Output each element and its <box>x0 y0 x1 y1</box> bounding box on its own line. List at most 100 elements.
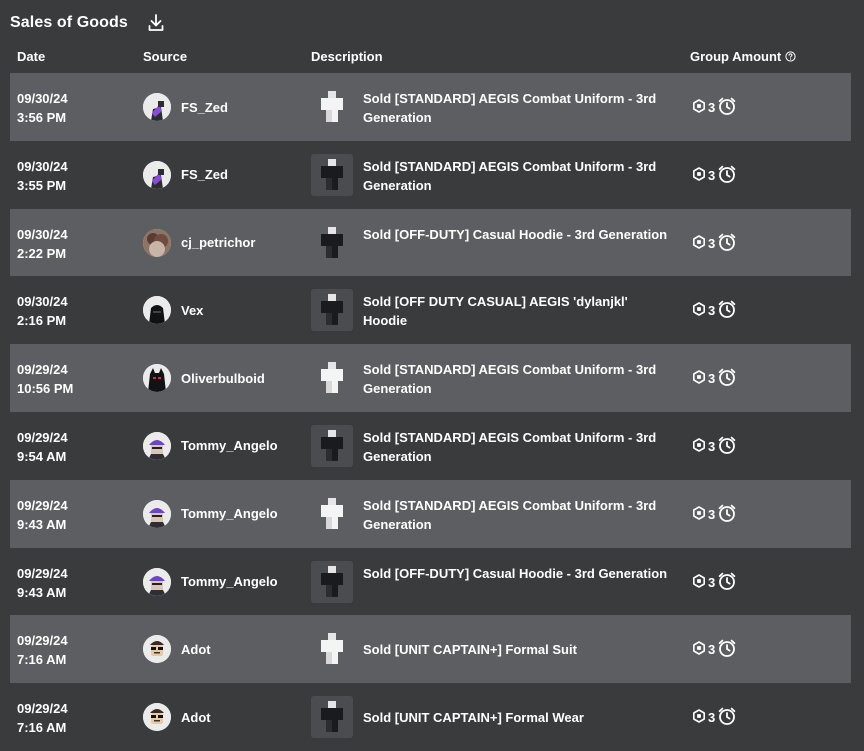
help-circle-icon[interactable] <box>785 51 796 62</box>
sale-description[interactable]: Sold [STANDARD] AEGIS Combat Uniform - 3… <box>363 496 673 534</box>
download-icon[interactable] <box>146 13 166 33</box>
item-thumbnail[interactable] <box>311 424 353 467</box>
sale-date: 09/29/24 <box>17 429 68 445</box>
item-thumbnail[interactable] <box>311 696 353 739</box>
buyer-source[interactable]: cj_petrichor <box>143 228 255 257</box>
sale-date: 09/30/24 <box>17 294 68 310</box>
sale-date-cell: 09/29/24 7:16 AM <box>17 699 68 737</box>
item-thumbnail[interactable] <box>311 628 353 671</box>
buyer-source[interactable]: FS_Zed <box>143 93 228 121</box>
pending-clock-icon[interactable] <box>717 96 737 119</box>
buyer-source[interactable]: Tommy_Angelo <box>143 431 278 460</box>
group-amount-value: 3 <box>708 303 716 319</box>
title-bar: Sales of Goods <box>10 11 166 35</box>
pending-clock-icon[interactable] <box>717 232 737 255</box>
group-amount-value: 3 <box>708 167 716 183</box>
sale-date-cell: 09/30/24 3:56 PM <box>17 89 68 127</box>
item-thumbnail[interactable] <box>311 289 353 332</box>
item-thumbnail[interactable] <box>311 221 353 264</box>
item-thumbnail[interactable] <box>311 357 353 400</box>
buyer-username[interactable]: Vex <box>181 303 203 318</box>
item-thumbnail[interactable] <box>311 492 353 535</box>
group-amount-value: 3 <box>708 710 716 726</box>
avatar[interactable] <box>143 635 171 664</box>
buyer-source[interactable]: Tommy_Angelo <box>143 567 278 596</box>
avatar[interactable] <box>143 431 171 460</box>
group-amount-cell: 3 <box>692 435 737 458</box>
table-row: 09/29/24 9:43 AM Tommy_Angelo Sold [STAN… <box>10 479 851 548</box>
avatar[interactable] <box>143 364 171 393</box>
sale-date-cell: 09/29/24 10:56 PM <box>17 360 73 398</box>
column-header-date[interactable]: Date <box>17 49 45 64</box>
robux-icon <box>692 438 706 455</box>
avatar[interactable] <box>143 93 171 121</box>
pending-clock-icon[interactable] <box>717 706 737 729</box>
buyer-username[interactable]: Tommy_Angelo <box>181 574 278 589</box>
item-thumbnail[interactable] <box>311 560 353 603</box>
sales-table-body: 09/30/24 3:56 PM FS_Zed Sold [STANDARD] … <box>10 73 851 751</box>
robux-icon <box>692 302 706 319</box>
group-amount-cell: 3 <box>692 571 737 594</box>
buyer-username[interactable]: FS_Zed <box>181 100 228 115</box>
sale-description[interactable]: Sold [OFF-DUTY] Casual Hoodie - 3rd Gene… <box>363 225 673 244</box>
buyer-source[interactable]: Oliverbulboid <box>143 364 265 393</box>
sale-date: 09/30/24 <box>17 158 68 174</box>
group-amount-value: 3 <box>708 642 716 658</box>
sale-date-cell: 09/30/24 3:55 PM <box>17 157 68 195</box>
group-amount-cell: 3 <box>692 299 737 322</box>
sale-description[interactable]: Sold [STANDARD] AEGIS Combat Uniform - 3… <box>363 428 673 466</box>
buyer-source[interactable]: Adot <box>143 635 211 664</box>
sale-description[interactable]: Sold [OFF-DUTY] Casual Hoodie - 3rd Gene… <box>363 564 673 583</box>
avatar[interactable] <box>143 567 171 596</box>
pending-clock-icon[interactable] <box>717 299 737 322</box>
buyer-username[interactable]: Tommy_Angelo <box>181 506 278 521</box>
sale-time: 3:56 PM <box>17 110 67 125</box>
pending-clock-icon[interactable] <box>717 435 737 458</box>
buyer-source[interactable]: Tommy_Angelo <box>143 499 278 528</box>
column-header-description[interactable]: Description <box>311 49 383 64</box>
buyer-username[interactable]: Tommy_Angelo <box>181 438 278 453</box>
item-thumbnail[interactable] <box>311 153 353 196</box>
group-amount-value: 3 <box>708 235 716 251</box>
group-amount-value: 3 <box>708 574 716 590</box>
pending-clock-icon[interactable] <box>717 638 737 661</box>
buyer-source[interactable]: Vex <box>143 296 203 325</box>
pending-clock-icon[interactable] <box>717 571 737 594</box>
sale-time: 9:54 AM <box>17 448 67 464</box>
avatar[interactable] <box>143 228 171 257</box>
avatar[interactable] <box>143 499 171 528</box>
pending-clock-icon[interactable] <box>717 367 737 390</box>
buyer-source[interactable]: FS_Zed <box>143 160 228 189</box>
sale-description[interactable]: Sold [STANDARD] AEGIS Combat Uniform - 3… <box>363 89 673 127</box>
group-amount-cell: 3 <box>692 503 737 526</box>
sale-date: 09/29/24 <box>17 565 68 581</box>
sale-date: 09/30/24 <box>17 91 68 106</box>
avatar[interactable] <box>143 296 171 325</box>
sale-description[interactable]: Sold [STANDARD] AEGIS Combat Uniform - 3… <box>363 157 673 195</box>
sale-description[interactable]: Sold [UNIT CAPTAIN+] Formal Wear <box>363 708 673 727</box>
sale-date: 09/30/24 <box>17 226 68 242</box>
sale-description[interactable]: Sold [UNIT CAPTAIN+] Formal Suit <box>363 640 673 659</box>
buyer-username[interactable]: Oliverbulboid <box>181 371 265 386</box>
sale-time: 2:22 PM <box>17 245 67 261</box>
buyer-username[interactable]: FS_Zed <box>181 167 228 182</box>
sale-time: 7:16 AM <box>17 652 67 668</box>
buyer-username[interactable]: cj_petrichor <box>181 235 255 250</box>
buyer-username[interactable]: Adot <box>181 710 211 725</box>
avatar[interactable] <box>143 160 171 189</box>
column-header-group-amount[interactable]: Group Amount <box>690 49 796 64</box>
pending-clock-icon[interactable] <box>717 164 737 187</box>
buyer-source[interactable]: Adot <box>143 703 211 732</box>
avatar[interactable] <box>143 703 171 732</box>
item-thumbnail[interactable] <box>311 86 353 128</box>
robux-icon <box>692 505 706 523</box>
pending-clock-icon[interactable] <box>717 503 737 526</box>
buyer-username[interactable]: Adot <box>181 642 211 657</box>
sales-of-goods-page: Sales of Goods Date Source Description G… <box>0 0 864 751</box>
table-header: Date Source Description Group Amount <box>10 45 851 71</box>
sale-description[interactable]: Sold [OFF DUTY CASUAL] AEGIS 'dylanjkl' … <box>363 292 673 330</box>
sale-date: 09/29/24 <box>17 633 68 649</box>
sale-date: 09/29/24 <box>17 701 68 717</box>
sale-description[interactable]: Sold [STANDARD] AEGIS Combat Uniform - 3… <box>363 360 673 398</box>
column-header-source[interactable]: Source <box>143 49 187 64</box>
